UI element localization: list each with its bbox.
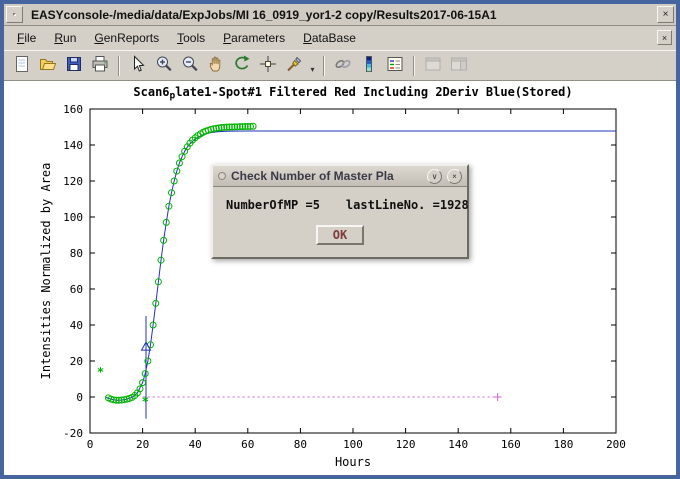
chevron-down-icon: ▾ <box>310 65 314 74</box>
toolbar-separator <box>323 56 325 76</box>
y-axis-label: Intensities Normalized by Area <box>39 163 53 380</box>
insert-legend-icon <box>385 54 405 77</box>
dialog-message-right: lastLineNo. =1928 <box>346 198 469 212</box>
new-figure-icon <box>12 54 32 77</box>
brush-data-button[interactable] <box>281 53 307 79</box>
edit-plot-button[interactable] <box>125 53 151 79</box>
app-window: EASYconsole-/media/data/ExpJobs/MI 16_09… <box>0 0 680 479</box>
x-tick-label: 60 <box>241 438 254 451</box>
edit-plot-icon <box>128 54 148 77</box>
menubar-close-button[interactable]: × <box>657 30 672 45</box>
menus: FileRunGenReportsToolsParametersDataBase <box>8 28 365 48</box>
x-tick-label: 180 <box>553 438 573 451</box>
toolbar-separator <box>413 56 415 76</box>
dialog-close-button[interactable]: × <box>447 169 462 184</box>
link-plot-button[interactable] <box>330 53 356 79</box>
y-tick-label: 20 <box>70 355 83 368</box>
show-plot-tools-icon <box>449 54 469 77</box>
close-icon: × <box>663 9 669 20</box>
insert-colorbar-icon <box>359 54 379 77</box>
dialog-icon <box>218 172 226 180</box>
y-tick-label: 40 <box>70 319 83 332</box>
zoom-in-button[interactable] <box>151 53 177 79</box>
open-file-button[interactable] <box>35 53 61 79</box>
window-menu-button[interactable] <box>6 6 23 23</box>
zoom-in-icon <box>154 54 174 77</box>
pan-icon <box>206 54 226 77</box>
y-tick-label: -20 <box>63 427 83 440</box>
menu-genreports[interactable]: GenReports <box>85 28 168 48</box>
x-tick-label: 0 <box>87 438 94 451</box>
dialog-collapse-button[interactable]: ∨ <box>427 169 442 184</box>
data-cursor-icon <box>258 54 278 77</box>
x-tick-label: 160 <box>501 438 521 451</box>
insert-legend-button[interactable] <box>382 53 408 79</box>
menu-run[interactable]: Run <box>45 28 85 48</box>
dialog-title: Check Number of Master Pla <box>231 169 422 183</box>
svg-text:*: * <box>97 365 104 379</box>
save-figure-button[interactable] <box>61 53 87 79</box>
toolbar-separator <box>118 56 120 76</box>
show-plot-tools-button <box>446 53 472 79</box>
svg-text:*: * <box>142 395 149 409</box>
menu-database[interactable]: DataBase <box>294 28 365 48</box>
menu-tools[interactable]: Tools <box>168 28 214 48</box>
window-title: EASYconsole-/media/data/ExpJobs/MI 16_09… <box>26 8 654 22</box>
brush-data-dropdown-button[interactable]: ▾ <box>307 53 318 79</box>
y-tick-label: 100 <box>63 211 83 224</box>
hide-plot-tools-button <box>420 53 446 79</box>
figure-area: 0 20 40 60 80 100 120 140 160 180 200 -20 0 20 40 60 80 1… <box>4 81 676 475</box>
dialog-message-left: NumberOfMP =5 <box>226 198 320 212</box>
ok-button[interactable]: OK <box>316 225 364 245</box>
axes-box <box>90 109 616 433</box>
x-tick-label: 80 <box>294 438 307 451</box>
data-cursor-button[interactable] <box>255 53 281 79</box>
dialog-titlebar[interactable]: Check Number of Master Pla ∨ × <box>213 166 467 187</box>
dialog-body: NumberOfMP =5 lastLineNo. =1928 OK <box>213 187 467 257</box>
toolbar: ▾ <box>4 50 676 81</box>
zoom-out-icon <box>180 54 200 77</box>
new-figure-button[interactable] <box>9 53 35 79</box>
y-tick-label: 80 <box>70 247 83 260</box>
window-close-button[interactable]: × <box>657 6 674 23</box>
brush-data-icon <box>284 54 304 77</box>
save-figure-icon <box>64 54 84 77</box>
y-tick-label: 120 <box>63 175 83 188</box>
link-plot-icon <box>333 54 353 77</box>
y-tick-label: 160 <box>63 103 83 116</box>
pan-button[interactable] <box>203 53 229 79</box>
x-tick-label: 140 <box>448 438 468 451</box>
rotate-3d-icon <box>232 54 252 77</box>
menu-bar: FileRunGenReportsToolsParametersDataBase… <box>4 26 676 50</box>
y-tick-label: 140 <box>63 139 83 152</box>
x-tick-label: 120 <box>396 438 416 451</box>
menu-file[interactable]: File <box>8 28 45 48</box>
x-tick-label: 200 <box>606 438 626 451</box>
window-titlebar: EASYconsole-/media/data/ExpJobs/MI 16_09… <box>4 4 676 26</box>
print-figure-icon <box>90 54 110 77</box>
window-menu-icon <box>13 13 16 16</box>
y-tick-label: 60 <box>70 283 83 296</box>
figure-canvas[interactable]: 0 20 40 60 80 100 120 140 160 180 200 -20 0 20 40 60 80 1… <box>4 81 676 473</box>
x-axis-label: Hours <box>335 455 371 469</box>
dialog-message: NumberOfMP =5 lastLineNo. =1928 <box>226 198 454 212</box>
y-tick-label: 0 <box>76 391 83 404</box>
open-file-icon <box>38 54 58 77</box>
print-figure-button[interactable] <box>87 53 113 79</box>
close-icon: × <box>452 172 457 181</box>
zoom-out-button[interactable] <box>177 53 203 79</box>
x-tick-label: 20 <box>136 438 149 451</box>
x-tick-label: 100 <box>343 438 363 451</box>
dialog-check-master-plates: Check Number of Master Pla ∨ × NumberOfM… <box>211 164 469 259</box>
insert-colorbar-button[interactable] <box>356 53 382 79</box>
hide-plot-tools-icon <box>423 54 443 77</box>
chevron-down-icon: ∨ <box>432 172 438 181</box>
menu-parameters[interactable]: Parameters <box>214 28 294 48</box>
close-icon: × <box>662 33 667 43</box>
rotate-3d-button[interactable] <box>229 53 255 79</box>
x-tick-label: 40 <box>189 438 202 451</box>
